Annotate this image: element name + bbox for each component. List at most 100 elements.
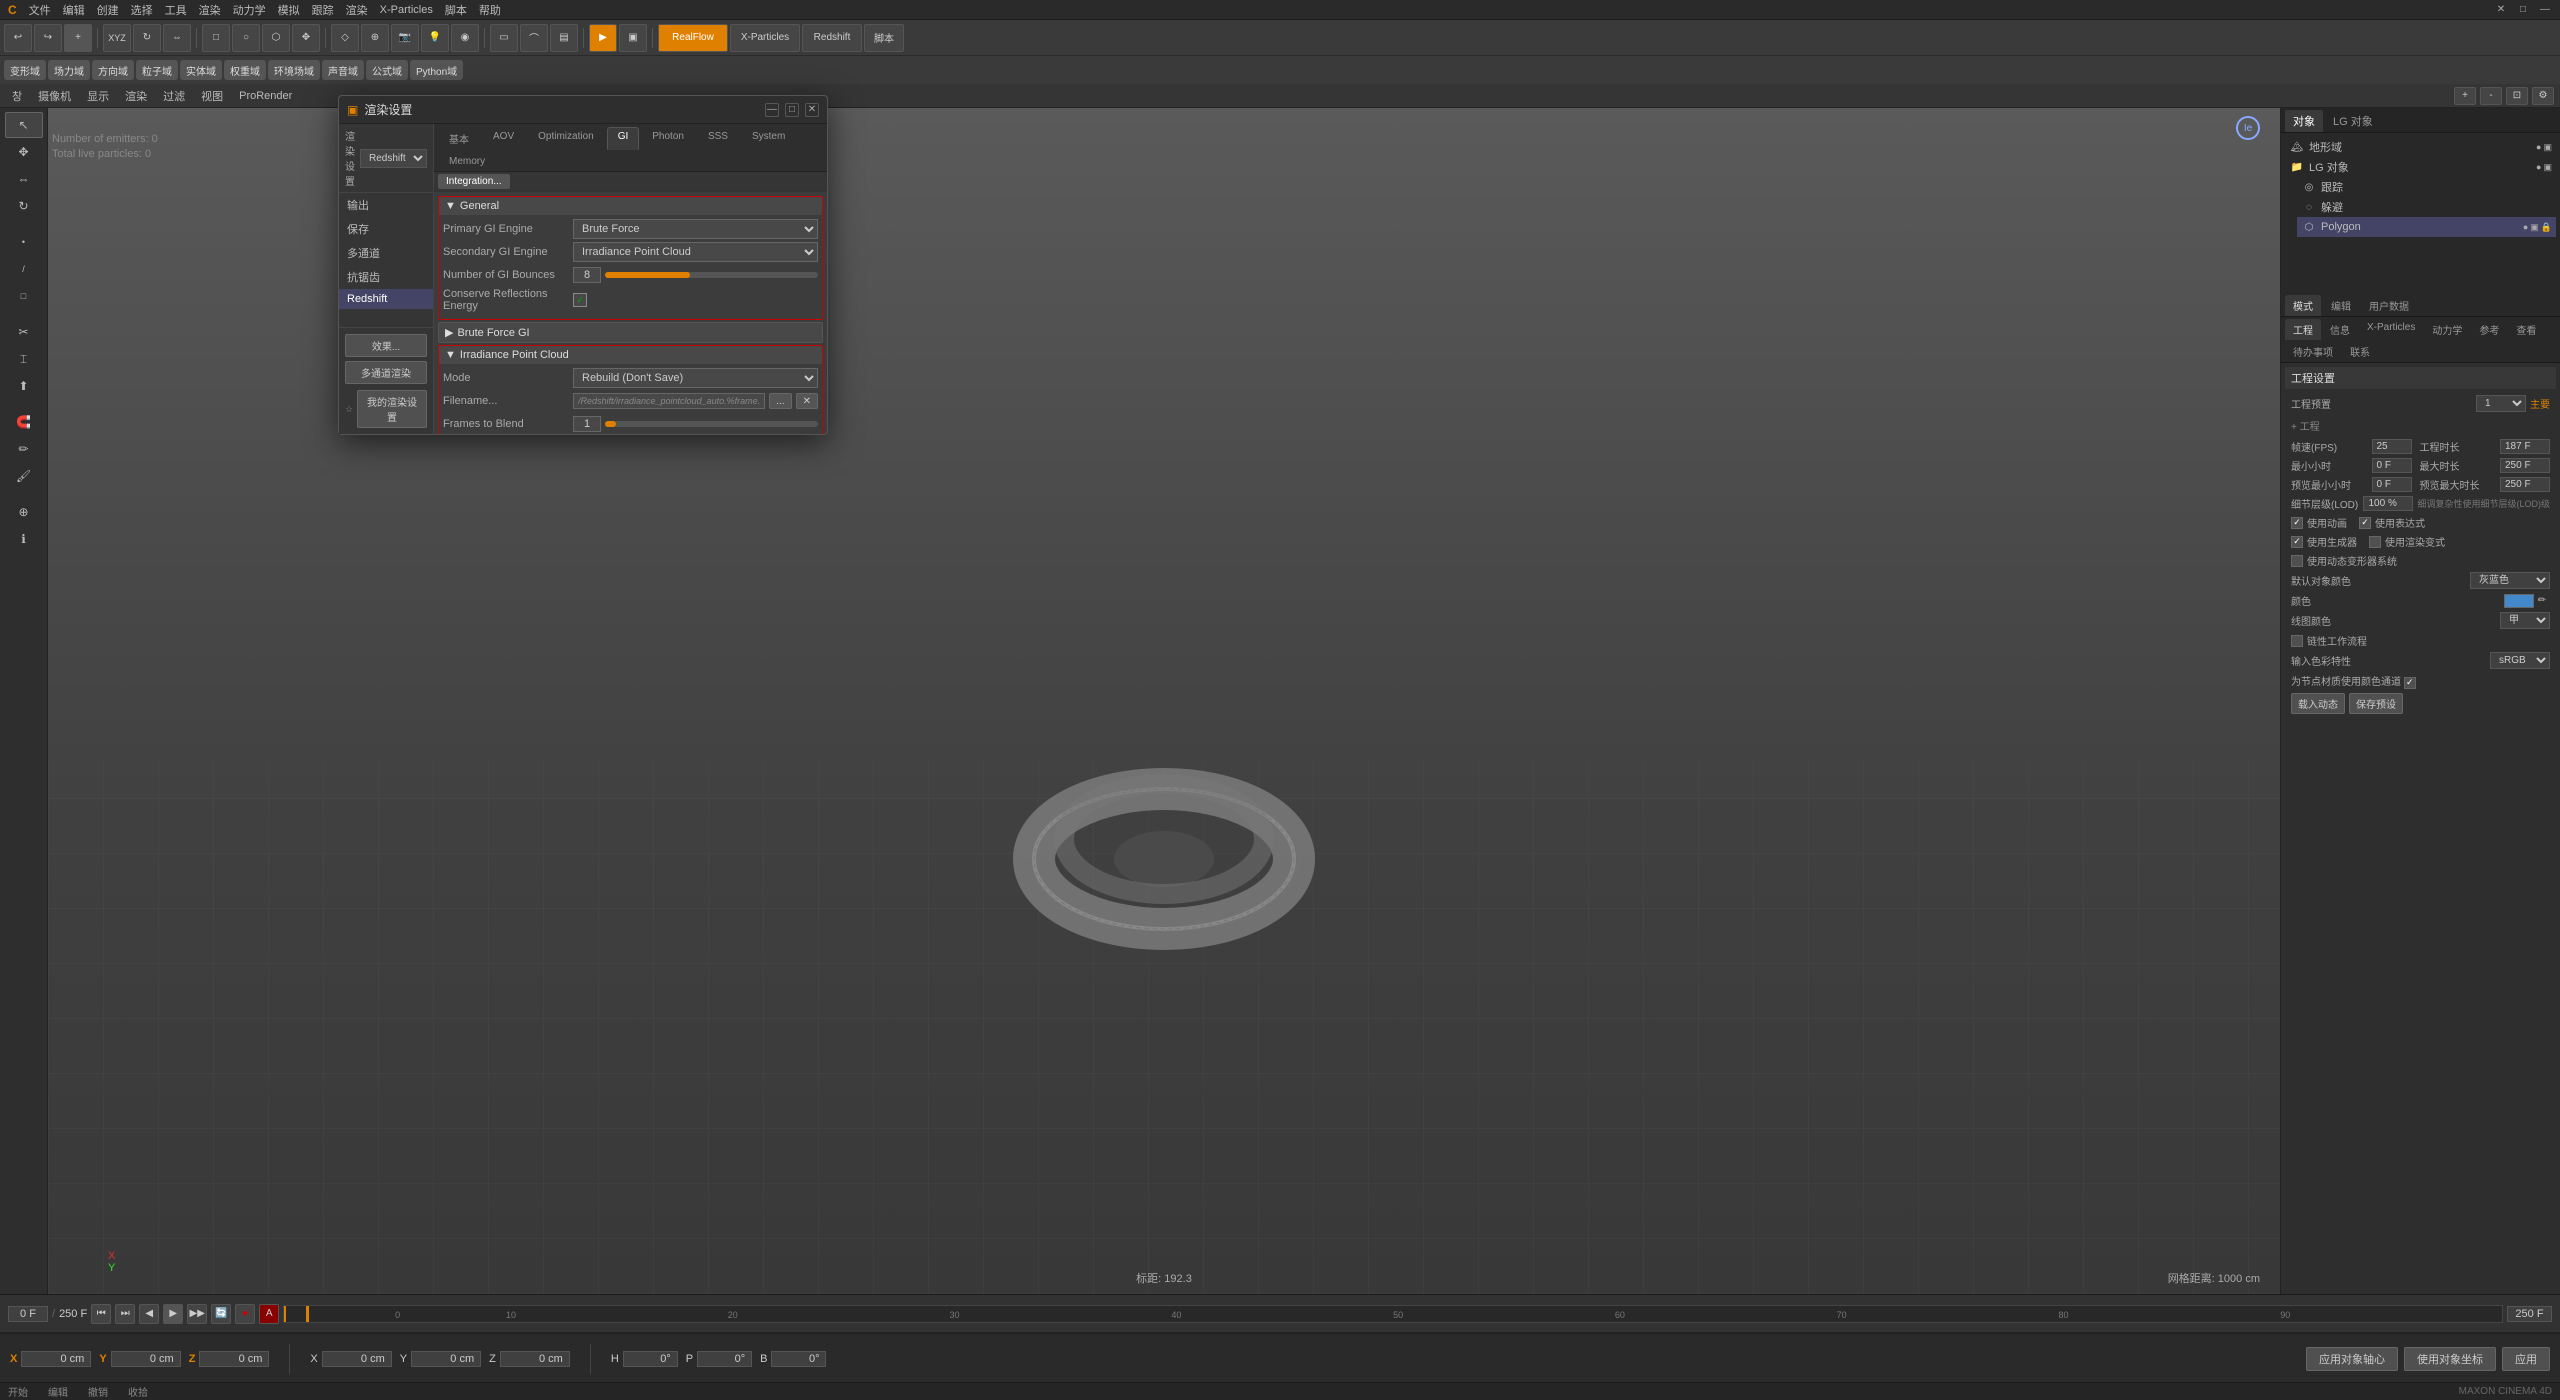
transport-auto-key[interactable]: A <box>259 1304 279 1324</box>
rs-bf-header[interactable]: ▶ Brute Force GI <box>439 323 822 342</box>
omt-lg[interactable]: LG 对象 <box>2325 110 2381 132</box>
apply-btn[interactable]: 应用 <box>2502 1347 2550 1371</box>
use-object-coord-btn[interactable]: 使用对象坐标 <box>2404 1347 2496 1371</box>
pos-y-input[interactable] <box>111 1351 181 1367</box>
ipc-ftb-slider[interactable] <box>605 421 818 427</box>
multi-render-btn[interactable]: 多通道渲染 <box>345 361 427 384</box>
sub-she-xiangjidiao[interactable]: 摄像机 <box>32 86 77 106</box>
render-full[interactable]: ▣ <box>619 24 647 52</box>
ipc-filename-browse[interactable]: ... <box>769 393 791 409</box>
preview-max-input[interactable] <box>2500 477 2550 492</box>
color-pick-btn[interactable]: ✏ <box>2534 594 2550 608</box>
sub-xianshi[interactable]: 显示 <box>81 86 115 106</box>
new-btn[interactable]: + <box>64 24 92 52</box>
window-minimize[interactable]: — <box>2538 3 2552 17</box>
menu-select[interactable]: 选择 <box>131 2 153 18</box>
field-shengyin[interactable]: 声音域 <box>322 60 364 80</box>
tool-paint[interactable]: 🖌 <box>5 463 43 489</box>
select1[interactable]: □ <box>202 24 230 52</box>
menu-help[interactable]: 帮助 <box>479 2 501 18</box>
omt-objects[interactable]: 对象 <box>2285 110 2323 132</box>
tool-move[interactable]: ✥ <box>5 139 43 165</box>
tool-edge[interactable]: / <box>5 256 43 282</box>
dialog-maximize[interactable]: □ <box>785 103 799 117</box>
min-hr-input[interactable] <box>2372 458 2412 473</box>
menu-xparticles[interactable]: X-Particles <box>380 4 433 16</box>
proj-len-input[interactable] <box>2500 439 2550 454</box>
menu-file[interactable]: 文件 <box>29 2 51 18</box>
field-gongshi[interactable]: 公式域 <box>366 60 408 80</box>
menu-edit[interactable]: 编辑 <box>63 2 85 18</box>
tool-tab-dynamics[interactable]: 动力学 <box>2424 319 2470 340</box>
dl-item-redshift[interactable]: Redshift <box>339 289 433 309</box>
sub-shitu[interactable]: 视图 <box>195 86 229 106</box>
dl-item-output[interactable]: 输出 <box>339 193 433 217</box>
load-dynamics-btn[interactable]: 载入动态 <box>2291 693 2345 714</box>
fps-display[interactable] <box>2507 1306 2552 1322</box>
rs-tab-memory[interactable]: Memory <box>438 152 496 171</box>
transport-loop[interactable]: 🔄 <box>211 1304 231 1324</box>
dialog-titlebar[interactable]: ▣ 渲染设置 — □ ✕ <box>339 96 827 124</box>
use-gen-cb[interactable] <box>2291 536 2303 548</box>
size-z-input[interactable] <box>500 1351 570 1367</box>
transport-prev-frame[interactable]: ◀ <box>139 1304 159 1324</box>
field-python[interactable]: Python域 <box>410 60 463 80</box>
menu-create[interactable]: 创建 <box>97 2 119 18</box>
tool-magnet[interactable]: 🧲 <box>5 409 43 435</box>
sub-xuanran[interactable]: 渲染 <box>119 86 153 106</box>
sub-prorender[interactable]: ProRender <box>233 88 298 104</box>
vp-settings[interactable]: ⚙ <box>2532 87 2554 105</box>
rs-tab-photon[interactable]: Photon <box>641 127 695 150</box>
rs-tab-aov[interactable]: AOV <box>482 127 525 150</box>
dl-item-aa[interactable]: 抗锯齿 <box>339 265 433 289</box>
rs-general-header[interactable]: ▼ General <box>439 197 822 215</box>
floor-btn[interactable]: ▭ <box>490 24 518 52</box>
rs-tab-optimization[interactable]: Optimization <box>527 127 605 150</box>
use-deform-cb[interactable] <box>2291 555 2303 567</box>
vis-icon[interactable]: ● <box>2536 142 2541 153</box>
vp-frame[interactable]: ⊡ <box>2506 87 2528 105</box>
redo-btn[interactable]: ↪ <box>34 24 62 52</box>
menu-render[interactable]: 渲染 <box>199 2 221 18</box>
my-settings-btn[interactable]: 我的渲染设置 <box>357 390 427 428</box>
save-preset-btn[interactable]: 保存预设 <box>2349 693 2403 714</box>
sky-btn[interactable]: ⌒ <box>520 24 548 52</box>
fps-input[interactable] <box>2372 439 2412 454</box>
tool-tab-todo[interactable]: 待办事项 <box>2285 341 2341 362</box>
tool-brush[interactable]: ✏ <box>5 436 43 462</box>
object-btn[interactable]: ◇ <box>331 24 359 52</box>
max-len-input[interactable] <box>2500 458 2550 473</box>
move-btn[interactable]: XYZ <box>103 24 131 52</box>
tree-item-avoid[interactable]: ◌ 躲避 <box>2297 197 2556 217</box>
dl-item-save[interactable]: 保存 <box>339 217 433 241</box>
tool-point[interactable]: • <box>5 229 43 255</box>
use-expr-cb[interactable] <box>2359 517 2371 529</box>
transport-next-frame[interactable]: ▶▶ <box>187 1304 207 1324</box>
window-maximize[interactable]: □ <box>2516 3 2530 17</box>
field-lizi[interactable]: 粒子域 <box>136 60 178 80</box>
tree-item-dxingy[interactable]: 🏔 地形域 ● ▣ <box>2285 137 2556 157</box>
lg-render[interactable]: ▣ <box>2543 162 2552 173</box>
menu-simulate[interactable]: 模拟 <box>278 2 300 18</box>
menu-dynamics[interactable]: 动力学 <box>233 2 266 18</box>
select3[interactable]: ⬡ <box>262 24 290 52</box>
rs-sub-tab-integration[interactable]: Integration... <box>438 174 510 189</box>
rs-tab-sss[interactable]: SSS <box>697 127 739 150</box>
rpanel-tab-edit[interactable]: 编辑 <box>2323 295 2359 316</box>
vp-zoom-out[interactable]: - <box>2480 87 2502 105</box>
bg-btn[interactable]: ▤ <box>550 24 578 52</box>
transport-goto-start[interactable]: ⏮ <box>91 1304 111 1324</box>
preview-min-input[interactable] <box>2372 477 2412 492</box>
conserve-refl-cb[interactable]: ✓ <box>573 293 587 307</box>
gi-bounces-input[interactable] <box>573 267 601 283</box>
status-compile[interactable]: 编辑 <box>48 1384 68 1399</box>
ipc-filename-clear[interactable]: ✕ <box>796 393 818 409</box>
color-swatch[interactable] <box>2504 594 2534 608</box>
poly-render[interactable]: ▣ <box>2530 222 2539 233</box>
secondary-gi-select[interactable]: Irradiance Point Cloud None <box>573 242 818 262</box>
tool-tab-info[interactable]: 信息 <box>2322 319 2358 340</box>
rotate-btn[interactable]: ↻ <box>133 24 161 52</box>
field-fangxiang[interactable]: 方向域 <box>92 60 134 80</box>
rpanel-tab-mode[interactable]: 模式 <box>2285 295 2321 316</box>
status-edit-label[interactable]: 开始 <box>8 1384 28 1399</box>
